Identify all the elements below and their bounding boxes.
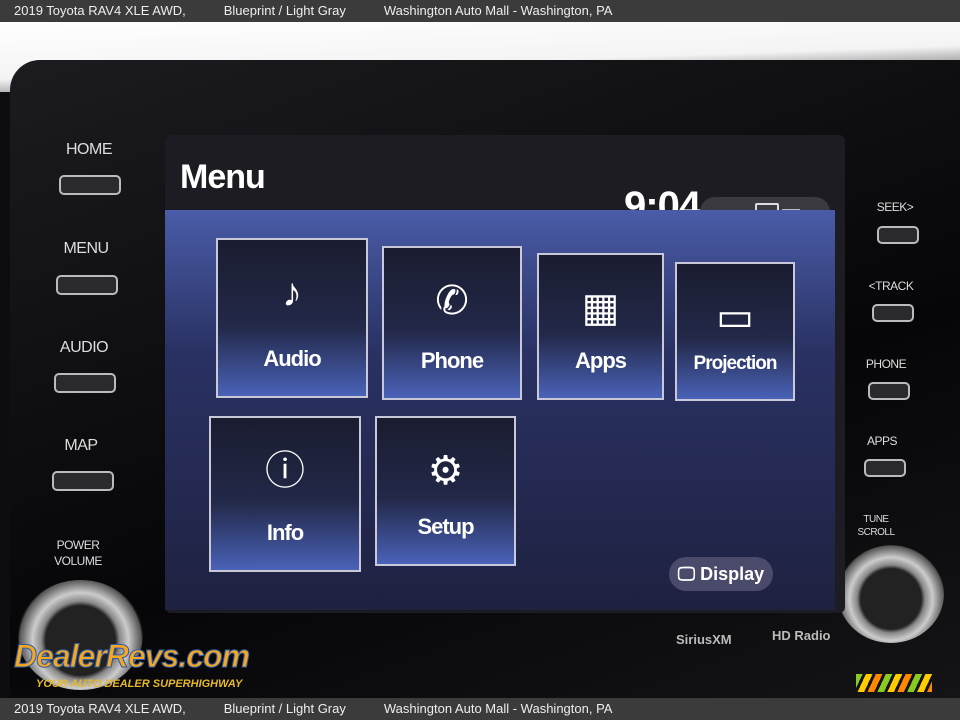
audio-key-label: AUDIO bbox=[59, 339, 109, 356]
caption-vehicle: 2019 Toyota RAV4 XLE AWD, bbox=[14, 3, 186, 18]
apps-key-label: APPS bbox=[866, 434, 898, 448]
tune-label: TUNE bbox=[863, 514, 889, 525]
tile-audio[interactable]: ♪ Audio bbox=[216, 238, 368, 398]
watermark-name: DealerRevs.com bbox=[13, 638, 250, 675]
tile-label: Phone bbox=[420, 348, 484, 373]
tile-apps[interactable]: ▦ Apps bbox=[537, 253, 664, 400]
scroll-label: SCROLL bbox=[857, 527, 895, 538]
dealerrevs-watermark: DealerRevs.com YOUR AUTO DEALER SUPERHIGH… bbox=[13, 628, 264, 694]
power-label: POWER bbox=[56, 538, 100, 552]
map-key-label: MAP bbox=[64, 437, 98, 454]
tile-setup[interactable]: ⚙ Setup bbox=[375, 416, 516, 566]
track-key[interactable] bbox=[872, 304, 914, 322]
projection-icon: ▭ bbox=[716, 295, 754, 339]
phone-key[interactable] bbox=[868, 382, 910, 400]
apps-grid-icon: ▦ bbox=[581, 286, 620, 330]
tile-phone[interactable]: ✆ Phone bbox=[382, 246, 522, 400]
track-key-label: <TRACK bbox=[868, 279, 914, 293]
home-key[interactable] bbox=[59, 175, 121, 195]
tile-label: Info bbox=[266, 520, 304, 545]
map-key[interactable] bbox=[52, 471, 114, 491]
menu-key-label: MENU bbox=[63, 240, 109, 257]
caption-bar-top: 2019 Toyota RAV4 XLE AWD, Blueprint / Lig… bbox=[0, 0, 960, 22]
caption-vehicle: 2019 Toyota RAV4 XLE AWD, bbox=[14, 701, 186, 716]
audio-key[interactable] bbox=[54, 373, 116, 393]
hd-radio-logo: HD Radio bbox=[772, 628, 831, 643]
watermark-tagline: YOUR AUTO DEALER SUPERHIGHWAY bbox=[36, 678, 243, 690]
display-button[interactable]: 🖵 Display bbox=[669, 557, 773, 591]
tile-label: Projection bbox=[693, 353, 778, 374]
music-note-icon: ♪ bbox=[282, 271, 302, 315]
tune-scroll-knob[interactable] bbox=[838, 545, 944, 643]
volume-label: VOLUME bbox=[54, 554, 102, 568]
caption-color: Blueprint / Light Gray bbox=[223, 3, 346, 18]
seek-key-label: SEEK> bbox=[876, 200, 914, 214]
tile-info[interactable]: ⓘ Info bbox=[209, 416, 361, 572]
caption-dealer: Washington Auto Mall - Washington, PA bbox=[383, 701, 613, 716]
stripes-logo bbox=[856, 674, 932, 692]
phone-key-label: PHONE bbox=[865, 357, 907, 371]
page-title: Menu bbox=[180, 158, 266, 196]
seek-key[interactable] bbox=[877, 226, 919, 244]
siriusxm-logo: SiriusXM bbox=[676, 632, 732, 647]
tile-projection[interactable]: ▭ Projection bbox=[675, 262, 795, 401]
home-key-label: HOME bbox=[66, 141, 113, 158]
caption-dealer: Washington Auto Mall - Washington, PA bbox=[383, 3, 613, 18]
apps-key[interactable] bbox=[864, 459, 906, 477]
display-icon: 🖵 bbox=[677, 564, 701, 584]
menu-key[interactable] bbox=[56, 275, 118, 295]
tile-label: Apps bbox=[575, 348, 627, 373]
caption-bar-bottom: 2019 Toyota RAV4 XLE AWD, Blueprint / Lig… bbox=[0, 698, 960, 720]
display-label: Display bbox=[700, 564, 765, 584]
caption-color: Blueprint / Light Gray bbox=[223, 701, 346, 716]
tile-label: Audio bbox=[263, 346, 321, 371]
gear-icon: ⚙ bbox=[427, 449, 464, 493]
phone-icon: ✆ bbox=[435, 279, 469, 323]
tile-label: Setup bbox=[417, 514, 474, 539]
info-icon: ⓘ bbox=[265, 449, 305, 493]
